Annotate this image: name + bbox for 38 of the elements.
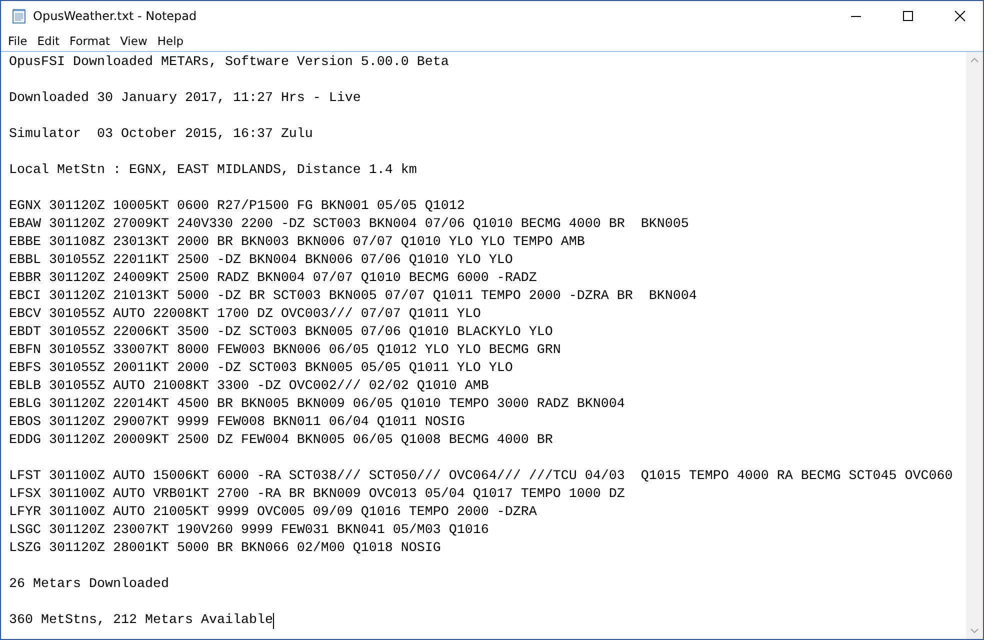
- text-line: EBCI 301120Z 21013KT 5000 -DZ BR SCT003 BKN005 07/07 Q1011 TEMPO 2000 -DZRA BR BKN004: [9, 288, 697, 306]
- scroll-up-icon[interactable]: [970, 57, 979, 63]
- text-line: LSGC 301120Z 23007KT 190V260 9999 FEW031 BKN041 05/M03 Q1016: [9, 522, 489, 540]
- maximize-icon: [902, 10, 914, 22]
- text-line: EBDT 301055Z 22006KT 3500 -DZ SCT003 BKN005 07/06 Q1010 BLACKYLO YLO: [9, 324, 553, 342]
- menu-item[interactable]: View: [115, 31, 152, 51]
- scrollbar[interactable]: [966, 52, 983, 639]
- menu-item[interactable]: Help: [152, 31, 189, 51]
- text-line: EBLB 301055Z AUTO 21008KT 3300 -DZ OVC002/// 02/02 Q1010 AMB: [9, 378, 489, 396]
- text-line: LSZG 301120Z 28001KT 5000 BR BKN066 02/M00 Q1018 NOSIG: [9, 540, 441, 558]
- text-line: LFST 301100Z AUTO 15006KT 6000 -RA SCT038/// SCT050/// OVC064/// ///TCU 04/03 Q1015 TEMPO 4000 RA BECMG SCT045 OVC060: [9, 468, 953, 486]
- menu-item[interactable]: Edit: [32, 31, 65, 51]
- text-line: EBAW 301120Z 27009KT 240V330 2200 -DZ SCT003 BKN004 07/06 Q1010 BECMG 4000 BR BKN005: [9, 216, 689, 234]
- text-line: EBOS 301120Z 29007KT 9999 FEW008 BKN011 06/04 Q1011 NOSIG: [9, 414, 465, 432]
- text-line: EBBE 301108Z 23013KT 2000 BR BKN003 BKN006 07/07 Q1010 YLO YLO TEMPO AMB: [9, 234, 585, 252]
- text-line: Downloaded 30 January 2017, 11:27 Hrs - Live: [9, 90, 361, 108]
- text-line: LFSX 301100Z AUTO VRB01KT 2700 -RA BR BKN009 OVC013 05/04 Q1017 TEMPO 1000 DZ: [9, 486, 625, 504]
- text-line: Simulator 03 October 2015, 16:37 Zulu: [9, 126, 313, 144]
- close-icon: [954, 10, 966, 22]
- menu-item[interactable]: File: [3, 31, 32, 51]
- text-cursor: [272, 613, 274, 629]
- text-line: Local MetStn : EGNX, EAST MIDLANDS, Distance 1.4 km: [9, 162, 417, 180]
- notepad-icon: [11, 8, 27, 24]
- text-line: EBFS 301055Z 20011KT 2000 -DZ SCT003 BKN005 05/05 Q1011 YLO YLO: [9, 360, 513, 378]
- text-line: 360 MetStns, 212 Metars Available: [9, 612, 273, 630]
- text-line: EBCV 301055Z AUTO 22008KT 1700 DZ OVC003/// 07/07 Q1011 YLO: [9, 306, 481, 324]
- text-line: EDDG 301120Z 20009KT 2500 DZ FEW004 BKN005 06/05 Q1008 BECMG 4000 BR: [9, 432, 553, 450]
- menu-item[interactable]: Format: [64, 31, 116, 51]
- text-line: EBLG 301120Z 22014KT 4500 BR BKN005 BKN009 06/05 Q1010 TEMPO 3000 RADZ BKN004: [9, 396, 625, 414]
- text-line: EBFN 301055Z 33007KT 8000 FEW003 BKN006 06/05 Q1012 YLO YLO BECMG GRN: [9, 342, 561, 360]
- text-line: 26 Metars Downloaded: [9, 576, 169, 594]
- window-title: OpusWeather.txt - Notepad: [33, 9, 198, 23]
- scroll-down-icon[interactable]: [970, 628, 979, 634]
- text-line: EGNX 301120Z 10005KT 0600 R27/P1500 FG BKN001 05/05 Q1012: [9, 198, 465, 216]
- text-line: EBBR 301120Z 24009KT 2500 RADZ BKN004 07/07 Q1010 BECMG 6000 -RADZ: [9, 270, 537, 288]
- text-line: LFYR 301100Z AUTO 21005KT 9999 OVC005 09/09 Q1016 TEMPO 2000 -DZRA: [9, 504, 537, 522]
- text-line: EBBL 301055Z 22011KT 2500 -DZ BKN004 BKN006 07/06 Q1010 YLO YLO: [9, 252, 513, 270]
- text-line: OpusFSI Downloaded METARs, Software Version 5.00.0 Beta: [9, 54, 449, 72]
